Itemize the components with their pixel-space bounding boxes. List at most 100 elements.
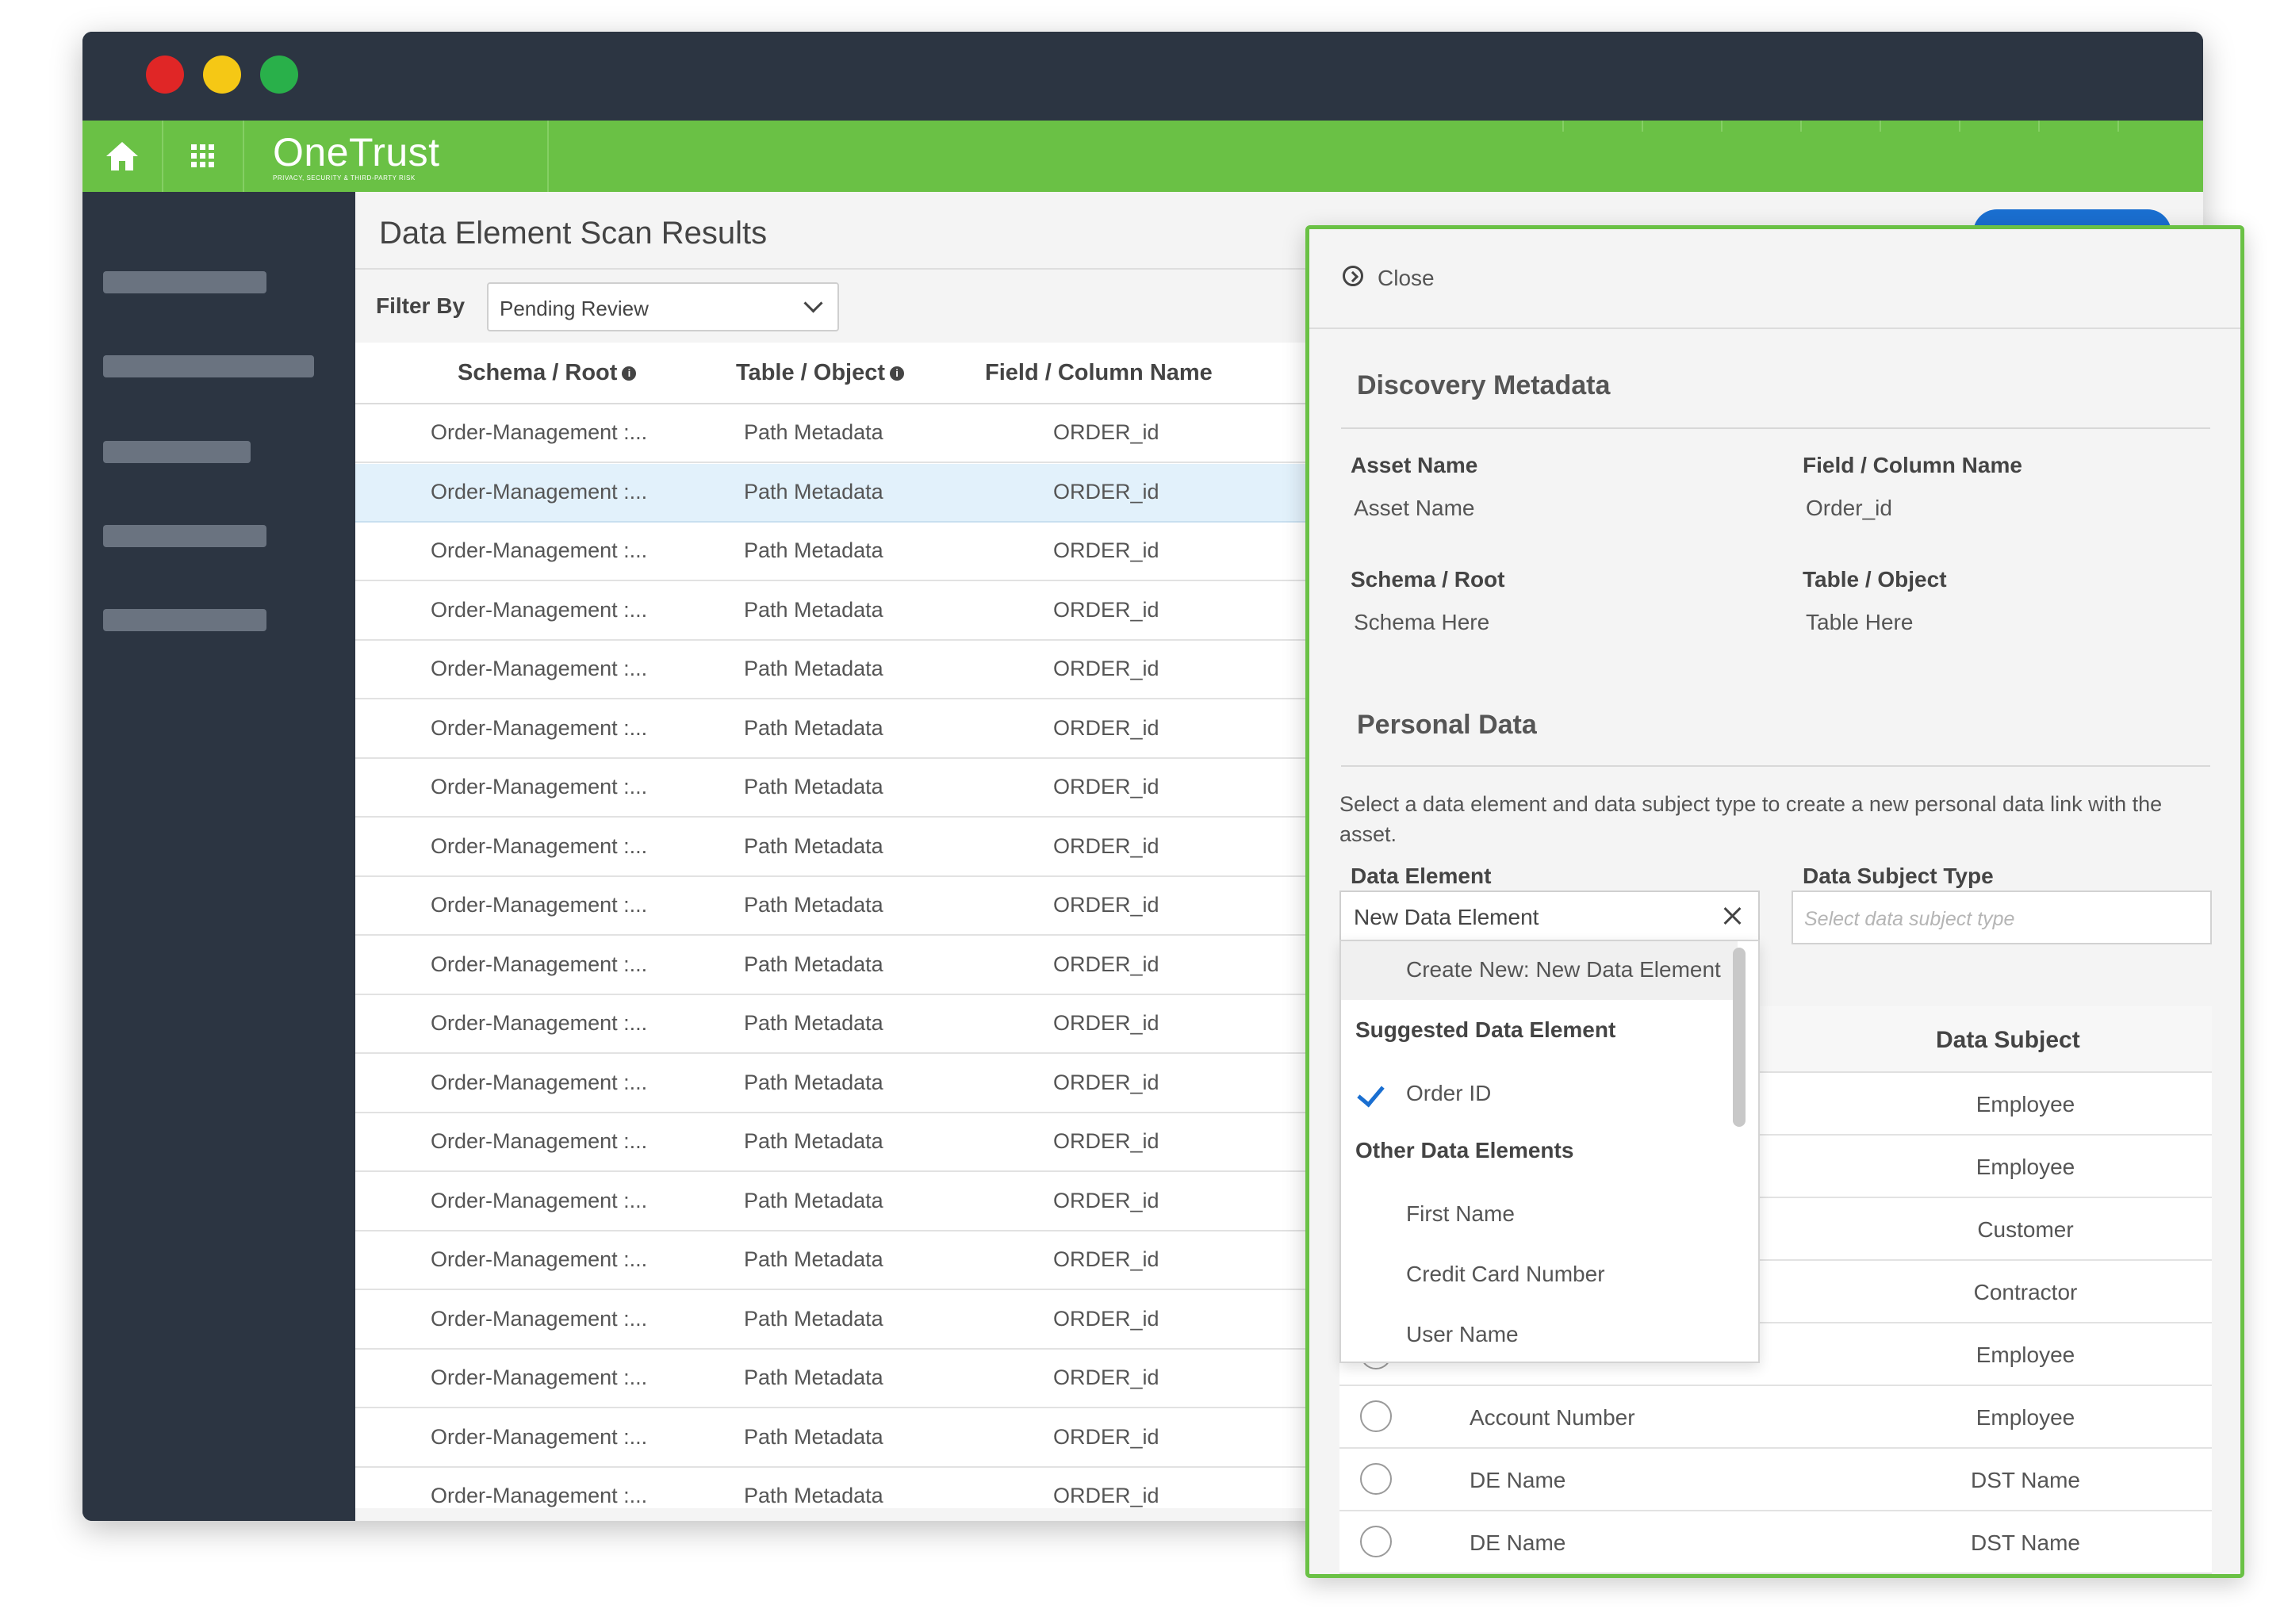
nav-divider [1959, 121, 1960, 132]
close-button[interactable]: Close [1378, 266, 1435, 291]
column-header-table[interactable]: Table / Object i [736, 360, 905, 386]
table-row[interactable]: Order-Management :... Path Metadata ORDER_… [355, 582, 1410, 641]
sidebar-item-placeholder[interactable] [103, 355, 314, 377]
table-cell: Path Metadata [744, 833, 883, 858]
minimize-window-button[interactable] [203, 56, 241, 94]
chevron-down-icon [803, 293, 823, 313]
close-window-button[interactable] [146, 56, 184, 94]
schema-cell: Order-Management :... [431, 1484, 648, 1507]
table-row[interactable]: Order-Management :... Path Metadata ORDER_… [355, 1291, 1410, 1350]
table-row[interactable]: Order-Management :... Path Metadata ORDER_… [355, 700, 1410, 759]
data-subject-value: DST Name [1971, 1468, 2080, 1492]
radio-button[interactable] [1360, 1526, 1392, 1557]
schema-cell: Order-Management :... [431, 597, 648, 622]
home-button[interactable] [82, 121, 163, 192]
suggested-header: Suggested Data Element [1355, 1017, 1616, 1042]
data-subject-row[interactable]: DE Name DST Name [1339, 1511, 2212, 1574]
schema-cell: Order-Management :... [431, 657, 648, 680]
table-cell: Path Metadata [744, 1070, 883, 1094]
data-subject-type-select[interactable]: Select data subject type [1792, 891, 2212, 944]
nav-divider [1721, 121, 1723, 132]
onetrust-logo[interactable]: OneTrust PRIVACY, SECURITY & THIRD-PARTY… [244, 121, 549, 192]
data-subject-value: Employee [1976, 1405, 2075, 1430]
asset-name-value: Asset Name [1354, 496, 1475, 520]
field-cell: ORDER_id [1053, 833, 1159, 858]
table-row[interactable]: Order-Management :... Path Metadata ORDER_… [355, 1055, 1410, 1113]
data-subject-row[interactable]: DE Name DST Name [1339, 1449, 2212, 1511]
schema-cell: Order-Management :... [431, 952, 648, 976]
table-row[interactable]: Order-Management :... Path Metadata ORDER_… [355, 995, 1410, 1054]
field-cell: ORDER_id [1053, 1484, 1159, 1507]
table-row[interactable]: Order-Management :... Path Metadata ORDER_… [355, 1231, 1410, 1290]
data-subject-value: Employee [1976, 1155, 2075, 1179]
dropdown-scrollbar[interactable] [1733, 948, 1746, 1127]
table-row[interactable]: Order-Management :... Path Metadata ORDER_… [355, 523, 1410, 581]
sidebar-item-placeholder[interactable] [103, 441, 251, 463]
data-element-name: DE Name [1470, 1530, 1566, 1555]
schema-cell: Order-Management :... [431, 1247, 648, 1271]
nav-divider [1562, 121, 1564, 132]
option-first-name[interactable]: First Name [1341, 1185, 1738, 1244]
sidebar-item-placeholder[interactable] [103, 271, 266, 293]
table-cell: Path Metadata [744, 1011, 883, 1035]
schema-cell: Order-Management :... [431, 538, 648, 562]
maximize-window-button[interactable] [260, 56, 298, 94]
create-new-option[interactable]: Create New: New Data Element [1341, 941, 1738, 1000]
field-cell: ORDER_id [1053, 538, 1159, 562]
column-header-schema[interactable]: Schema / Root i [458, 360, 637, 386]
page-title: Data Element Scan Results [379, 216, 768, 251]
table-row[interactable]: Order-Management :... Path Metadata ORDER_… [355, 759, 1410, 818]
option-order-id[interactable]: Order ID [1341, 1065, 1738, 1124]
option-credit-card-number[interactable]: Credit Card Number [1341, 1246, 1738, 1304]
data-subject-value: Contractor [1973, 1280, 2078, 1304]
field-cell: ORDER_id [1053, 1011, 1159, 1035]
info-icon[interactable]: i [622, 366, 637, 381]
table-object-value: Table Here [1806, 610, 1914, 634]
checkmark-icon [1357, 1078, 1385, 1108]
nav-divider [2038, 121, 2040, 132]
table-row[interactable]: Order-Management :... Path Metadata ORDER_… [355, 463, 1410, 523]
scan-results-table: Schema / Root i Table / Object i Field / C… [355, 343, 1410, 1508]
info-icon[interactable]: i [890, 366, 905, 381]
column-header-field[interactable]: Field / Column Name [985, 360, 1213, 386]
data-subject-column-header[interactable]: Data Subject [1936, 1027, 2080, 1054]
table-row[interactable]: Order-Management :... Path Metadata ORDER_… [355, 877, 1410, 936]
table-cell: Path Metadata [744, 715, 883, 740]
schema-root-value: Schema Here [1354, 610, 1490, 634]
schema-cell: Order-Management :... [431, 1188, 648, 1212]
table-row[interactable]: Order-Management :... Path Metadata ORDER_… [355, 1113, 1410, 1172]
apps-menu-button[interactable] [163, 121, 244, 192]
sidebar-item-placeholder[interactable] [103, 525, 266, 547]
option-user-name[interactable]: User Name [1341, 1306, 1738, 1362]
data-subject-type-label: Data Subject Type [1803, 864, 1994, 888]
radio-button[interactable] [1360, 1463, 1392, 1495]
table-row[interactable]: Order-Management :... Path Metadata ORDER_… [355, 1173, 1410, 1231]
table-row[interactable]: Order-Management :... Path Metadata ORDER_… [355, 404, 1410, 463]
other-elements-header: Other Data Elements [1355, 1138, 1574, 1162]
field-cell: ORDER_id [1053, 657, 1159, 680]
table-row[interactable]: Order-Management :... Path Metadata ORDER_… [355, 641, 1410, 699]
data-element-input[interactable]: New Data Element [1339, 891, 1760, 941]
clear-x-icon[interactable] [1722, 905, 1744, 927]
nav-divider [1880, 121, 1881, 132]
table-row[interactable]: Order-Management :... Path Metadata ORDER_… [355, 1468, 1410, 1508]
radio-button[interactable] [1360, 1400, 1392, 1432]
field-cell: ORDER_id [1053, 1365, 1159, 1389]
table-row[interactable]: Order-Management :... Path Metadata ORDER_… [355, 818, 1410, 877]
field-cell: ORDER_id [1053, 1129, 1159, 1153]
table-row[interactable]: Order-Management :... Path Metadata ORDER_… [355, 936, 1410, 995]
filter-select[interactable]: Pending Review [487, 282, 839, 331]
table-cell: Path Metadata [744, 1306, 883, 1331]
table-cell: Path Metadata [744, 420, 883, 444]
field-cell: ORDER_id [1053, 420, 1159, 444]
table-row[interactable]: Order-Management :... Path Metadata ORDER_… [355, 1409, 1410, 1468]
data-subject-row[interactable]: Account Number Employee [1339, 1386, 2212, 1449]
data-subject-type-placeholder: Select data subject type [1804, 908, 2015, 930]
close-circle-arrow-icon[interactable] [1343, 266, 1363, 286]
filter-value: Pending Review [500, 297, 649, 320]
apps-grid-icon [191, 144, 214, 167]
sidebar-item-placeholder[interactable] [103, 609, 266, 631]
data-subject-value: Employee [1976, 1092, 2075, 1116]
table-row[interactable]: Order-Management :... Path Metadata ORDER_… [355, 1350, 1410, 1408]
data-element-label: Data Element [1351, 864, 1492, 888]
